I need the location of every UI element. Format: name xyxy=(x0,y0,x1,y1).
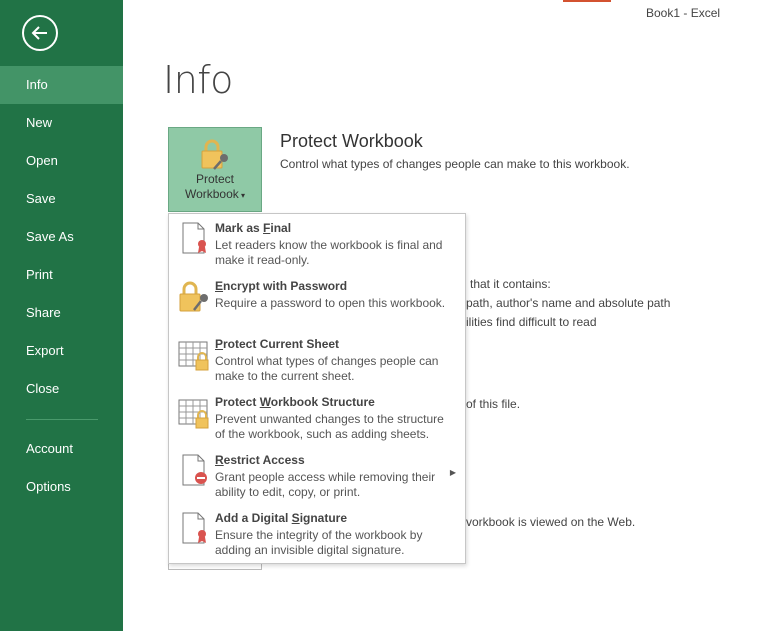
nav-save[interactable]: Save xyxy=(0,180,123,218)
nav-divider xyxy=(26,419,98,420)
menu-title-part: orkbook Structure xyxy=(270,395,375,409)
menu-title-accel: W xyxy=(259,395,271,409)
menu-item-restrict-access[interactable]: Restrict Access Grant people access whil… xyxy=(169,446,465,502)
accent-tab xyxy=(563,0,611,2)
back-button[interactable] xyxy=(22,15,58,51)
menu-title-accel: R xyxy=(215,453,224,467)
inspect-text-2: path, author's name and absolute path xyxy=(466,296,671,310)
protect-button-label-2: Workbook xyxy=(184,187,239,201)
menu-title-part: Mark as xyxy=(215,221,264,235)
restrict-access-icon xyxy=(182,454,207,486)
menu-title-part: inal xyxy=(270,221,292,235)
menu-item-description: Ensure the integrity of the workbook by … xyxy=(215,528,423,557)
menu-item-encrypt-with-password[interactable]: Encrypt with Password Require a password… xyxy=(169,272,465,328)
menu-title-part: Protect xyxy=(215,395,260,409)
menu-title-part: ncrypt with Password xyxy=(223,279,348,293)
lock-key-icon xyxy=(201,139,228,170)
menu-title-accel: S xyxy=(291,511,300,525)
nav-print[interactable]: Print xyxy=(0,256,123,294)
menu-item-mark-as-final[interactable]: Mark as Final Let readers know the workb… xyxy=(169,214,465,270)
menu-item-add-digital-signature[interactable]: Add a Digital Signature Ensure the integ… xyxy=(169,504,465,560)
menu-item-description: Control what types of changes people can… xyxy=(215,354,439,383)
mark-final-icon xyxy=(182,222,206,254)
digital-signature-icon xyxy=(182,512,206,544)
browser-view-text: vorkbook is viewed on the Web. xyxy=(466,515,636,529)
menu-title-part: rotect Current Sheet xyxy=(223,337,340,351)
menu-item-description: Prevent unwanted changes to the structur… xyxy=(215,412,444,441)
nav-close[interactable]: Close xyxy=(0,370,123,408)
nav-options[interactable]: Options xyxy=(0,468,123,506)
nav-info[interactable]: Info xyxy=(0,66,123,104)
menu-item-protect-workbook-structure[interactable]: Protect Workbook Structure Prevent unwan… xyxy=(169,388,465,444)
versions-text: of this file. xyxy=(466,397,521,411)
nav-account[interactable]: Account xyxy=(0,430,123,468)
menu-title-accel: E xyxy=(215,279,224,293)
protect-workbook-menu: Mark as Final Let readers know the workb… xyxy=(168,213,466,564)
nav-new[interactable]: New xyxy=(0,104,123,142)
protect-section-title: Protect Workbook xyxy=(280,131,423,151)
back-arrow-icon xyxy=(31,26,47,40)
hidden-button-edge xyxy=(168,563,262,570)
menu-title-accel: P xyxy=(215,337,224,351)
menu-title-part: Add a Digital xyxy=(215,511,292,525)
menu-title-part: estrict Access xyxy=(223,453,305,467)
dropdown-caret-icon: ▾ xyxy=(238,191,246,200)
menu-title-part: ignature xyxy=(299,511,348,525)
nav-share[interactable]: Share xyxy=(0,294,123,332)
page-title: Info xyxy=(163,58,233,102)
inspect-text-1: that it contains: xyxy=(470,277,551,291)
inspect-text-3: ilities find difficult to read xyxy=(466,315,597,329)
nav-open[interactable]: Open xyxy=(0,142,123,180)
menu-item-description: Grant people access while removing their… xyxy=(215,470,436,499)
backstage-sidebar: Info New Open Save Save As Print Share E… xyxy=(0,0,123,631)
submenu-arrow-icon: ▶ xyxy=(449,468,456,477)
protect-button-label-1: Protect xyxy=(195,172,234,186)
menu-item-description: Require a password to open this workbook… xyxy=(215,296,446,310)
protect-sheet-icon xyxy=(178,341,209,371)
encrypt-password-icon xyxy=(179,281,208,312)
window-title: Book1 - Excel xyxy=(646,6,721,20)
protect-workbook-button[interactable]: Protect Workbook ▾ xyxy=(168,127,262,212)
nav-export[interactable]: Export xyxy=(0,332,123,370)
menu-item-protect-current-sheet[interactable]: Protect Current Sheet Control what types… xyxy=(169,330,465,386)
protect-section-description: Control what types of changes people can… xyxy=(280,157,630,171)
menu-item-description: Let readers know the workbook is final a… xyxy=(215,238,443,267)
nav-save-as[interactable]: Save As xyxy=(0,218,123,256)
protect-structure-icon xyxy=(178,399,209,429)
